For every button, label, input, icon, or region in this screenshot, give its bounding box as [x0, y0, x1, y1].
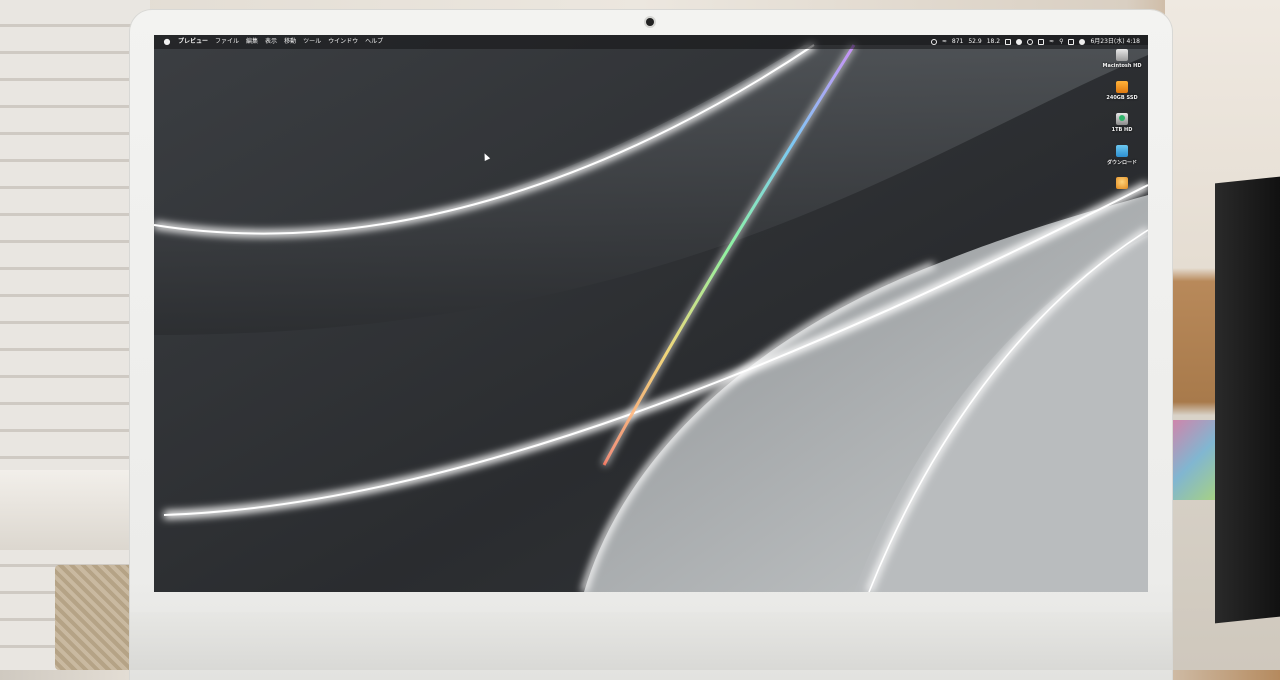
monitor-edge: [1215, 176, 1280, 624]
hard-drive-icon: [1116, 49, 1128, 61]
keyboard-icon[interactable]: [1038, 39, 1045, 45]
menu-go[interactable]: 移動: [284, 35, 296, 49]
status-area: ≈ 871 52.9 18.2 ≈ ⚲ 6月23日(水) 4:18: [930, 35, 1140, 49]
siri-icon[interactable]: [1079, 39, 1086, 45]
menu-app-name[interactable]: プレビュー: [178, 35, 208, 49]
desktop-icon-240gb-ssd[interactable]: 240GB SSD: [1100, 81, 1144, 101]
desktop-icon-label: Macintosh HD: [1102, 63, 1142, 69]
desktop-icon-label: 1TB HD: [1111, 127, 1133, 133]
menu-file[interactable]: ファイル: [215, 35, 239, 49]
menu-window[interactable]: ウインドウ: [328, 35, 358, 49]
cpu-usage[interactable]: 52.9: [968, 35, 981, 49]
record-icon[interactable]: [1016, 39, 1023, 45]
clock-icon[interactable]: [1027, 39, 1034, 45]
imac-chin: [130, 612, 1172, 670]
menu-tools[interactable]: ツール: [303, 35, 321, 49]
screen[interactable]: ● プレビュー ファイル 編集 表示 移動 ツール ウインドウ ヘルプ ≈ 87…: [154, 35, 1148, 592]
wifi-strength-icon[interactable]: ≈: [1049, 35, 1054, 49]
external-drive-icon: [1116, 81, 1128, 93]
network-speed[interactable]: 871: [952, 35, 963, 49]
menu-edit[interactable]: 編集: [246, 35, 258, 49]
app-icon: [1116, 177, 1128, 189]
desktop-icon-label: 240GB SSD: [1106, 95, 1138, 101]
desktop-icon-label: ダウンロード: [1106, 160, 1137, 166]
menu-bar: ● プレビュー ファイル 編集 表示 移動 ツール ウインドウ ヘルプ ≈ 87…: [154, 35, 1148, 49]
control-center-icon[interactable]: [1068, 39, 1075, 45]
temperature[interactable]: 18.2: [987, 35, 1000, 49]
desktop-icon-downloads[interactable]: ダウンロード: [1100, 145, 1144, 166]
desktop-icon-1tb-hd[interactable]: 1TB HD: [1100, 113, 1144, 133]
camera-icon: [646, 18, 654, 26]
wallpaper: [154, 35, 1148, 592]
status-indicator-icon[interactable]: [930, 39, 937, 45]
menu-help[interactable]: ヘルプ: [365, 35, 383, 49]
shelf: [0, 470, 150, 550]
time-machine-drive-icon: [1116, 113, 1128, 125]
timer-icon[interactable]: [1005, 39, 1012, 45]
downloads-folder-icon: [1116, 145, 1128, 157]
wifi-icon[interactable]: ≈: [942, 35, 947, 49]
search-icon[interactable]: ⚲: [1059, 35, 1063, 49]
desktop-icon-macintosh-hd[interactable]: Macintosh HD: [1100, 49, 1144, 69]
apple-icon[interactable]: ●: [162, 35, 172, 49]
desktop-icon-app[interactable]: [1100, 177, 1144, 191]
menu-view[interactable]: 表示: [265, 35, 277, 49]
menu-clock[interactable]: 6月23日(水) 4:18: [1090, 35, 1140, 49]
